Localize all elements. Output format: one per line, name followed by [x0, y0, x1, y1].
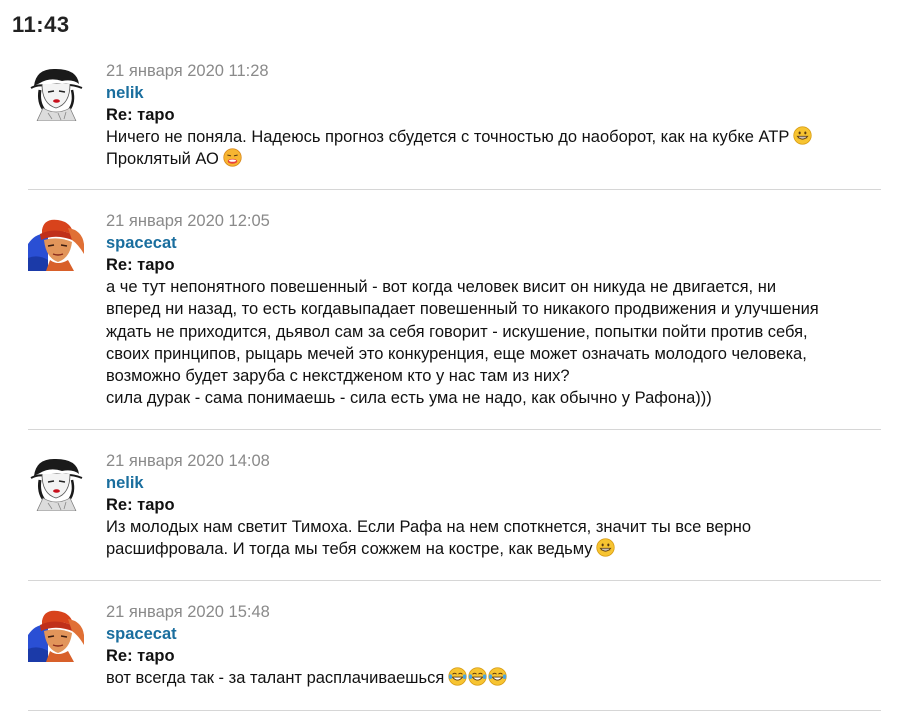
post-text: Ничего не поняла. Надеюсь прогноз сбудет…: [106, 126, 881, 171]
post-text-line: Проклятый АО: [106, 150, 219, 169]
post-author-link[interactable]: nelik: [106, 472, 881, 494]
avatar[interactable]: [28, 64, 85, 121]
tears-of-joy-emoji-icon: [488, 667, 507, 686]
post-text-line: ждать не приходится, дьявол сам за себя …: [106, 322, 808, 341]
post-date: 21 января 2020 14:08: [106, 452, 270, 470]
post-text-line: Из молодых нам светит Тимоха. Если Рафа …: [106, 518, 752, 536]
post-divider: [28, 189, 881, 190]
post-divider: [28, 580, 881, 581]
avatar[interactable]: [28, 214, 85, 271]
post-text-line: вперед ни назад, то есть когдавыпадает п…: [106, 300, 819, 319]
avatar-image: [28, 214, 85, 271]
post-date: 21 января 2020 12:05: [106, 212, 270, 230]
post-subject: Re: таро: [106, 106, 175, 124]
avatar[interactable]: [28, 605, 85, 662]
post-divider: [28, 429, 881, 430]
post-body: 21 января 2020 15:48 spacecat Re: таро в…: [106, 601, 881, 689]
post-date: 21 января 2020 11:28: [106, 62, 269, 80]
post-text-line: Ничего не поняла. Надеюсь прогноз сбудет…: [106, 128, 790, 146]
status-bar-time: 11:43: [12, 12, 70, 37]
avatar-image: [28, 64, 85, 121]
post-body: 21 января 2020 14:08 nelik Re: таро Из м…: [106, 450, 881, 561]
avatar-image: [28, 454, 85, 511]
grin-emoji-icon: [793, 126, 812, 145]
post-date: 21 января 2020 15:48: [106, 603, 270, 621]
post-text-line: вот всегда так - за талант расплачиваешь…: [106, 669, 445, 687]
post-text: вот всегда так - за талант расплачиваешь…: [106, 667, 881, 689]
tears-of-joy-emoji-icon: [448, 667, 467, 686]
post-text-line: своих принципов, рыцарь мечей это конкур…: [106, 344, 807, 363]
post-text-line: расшифровала. И тогда мы тебя сожжем на …: [106, 540, 593, 559]
post-text-line: возможно будет заруба с некстдженом кто …: [106, 367, 570, 386]
post-subject: Re: таро: [106, 647, 175, 665]
post-body: 21 января 2020 11:28 nelik Re: таро Ниче…: [106, 60, 881, 171]
sneeze-emoji-icon: [223, 148, 242, 167]
avatar-image: [28, 605, 85, 662]
post-text: Из молодых нам светит Тимоха. Если Рафа …: [106, 516, 881, 561]
post-subject: Re: таро: [106, 496, 175, 514]
post-subject: Re: таро: [106, 256, 175, 274]
post-body: 21 января 2020 12:05 spacecat Re: таро а…: [106, 210, 881, 410]
post-divider: [28, 710, 881, 711]
post-author-link[interactable]: spacecat: [106, 232, 881, 254]
post-text: а че тут непонятного повешенный - вот ко…: [106, 276, 881, 410]
post-author-link[interactable]: nelik: [106, 82, 881, 104]
post-text-line: а че тут непонятного повешенный - вот ко…: [106, 278, 777, 296]
post-author-link[interactable]: spacecat: [106, 623, 881, 645]
avatar[interactable]: [28, 454, 85, 511]
post-text-line: сила дурак - сама понимаешь - сила есть …: [106, 389, 712, 408]
grin-emoji-icon: [596, 538, 615, 557]
tears-of-joy-emoji-icon: [468, 667, 487, 686]
